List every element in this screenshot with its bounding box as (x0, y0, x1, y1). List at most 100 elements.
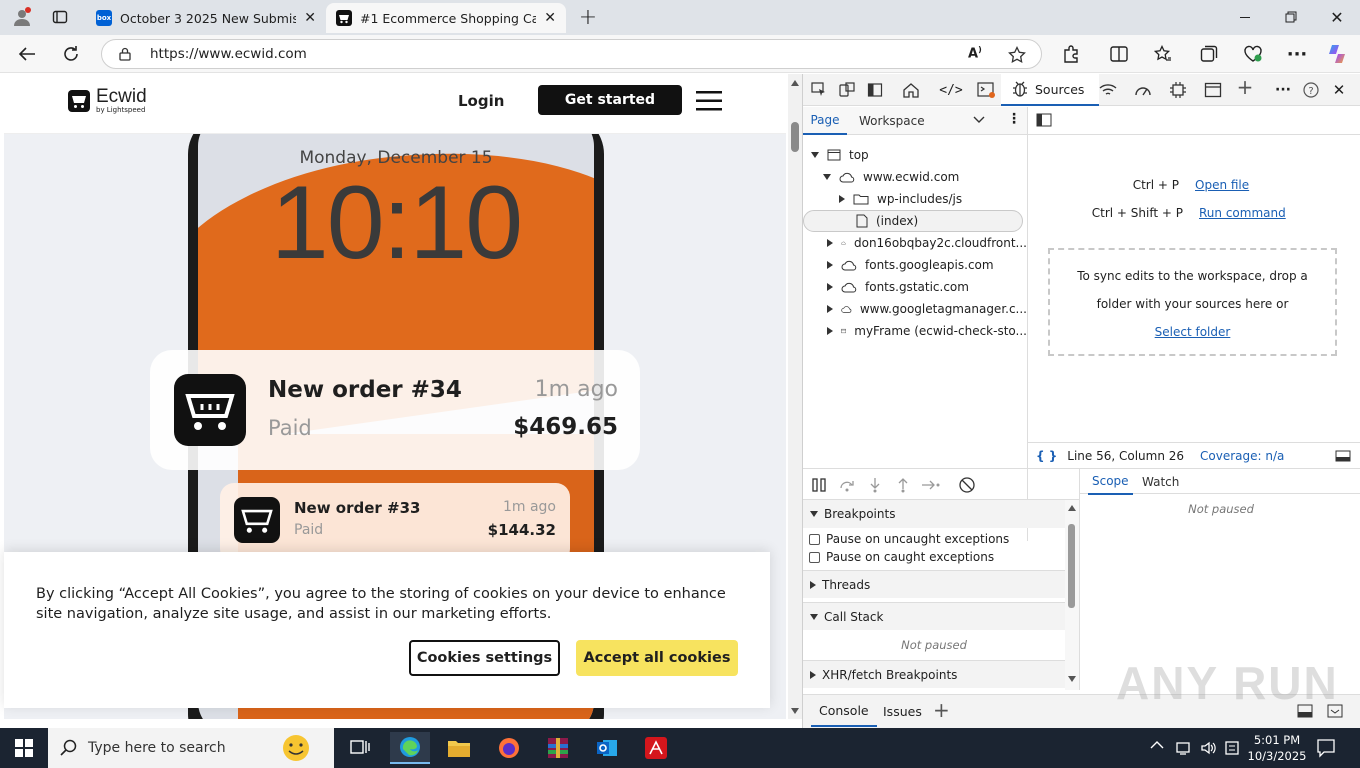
read-aloud-icon[interactable]: A) (968, 45, 982, 61)
restore-button[interactable] (1268, 0, 1314, 34)
tree-item-folder[interactable]: wp-includes/js (803, 188, 1027, 210)
taskbar-edge[interactable] (390, 732, 430, 764)
refresh-button[interactable] (56, 39, 86, 69)
network-tab[interactable] (1093, 75, 1123, 105)
more-tools-button[interactable]: + (1230, 72, 1260, 102)
toggle-navigator-icon[interactable] (1036, 113, 1052, 127)
step-over-icon[interactable] (839, 477, 855, 493)
tab-console[interactable]: Console (811, 695, 877, 727)
breakpoints-section-header[interactable]: Breakpoints (803, 500, 1065, 528)
close-drawer-icon[interactable] (1327, 704, 1343, 718)
toggle-sidebar-button[interactable] (860, 75, 890, 105)
cookies-settings-button[interactable]: Cookies settings (409, 640, 560, 676)
taskbar-search-box[interactable]: Type here to search (48, 728, 334, 768)
minimize-button[interactable] (1222, 0, 1268, 34)
dock-drawer-icon[interactable] (1297, 704, 1313, 718)
run-command-link[interactable]: Run command (1199, 206, 1286, 220)
tab-scope[interactable]: Scope (1088, 469, 1133, 495)
tab-actions-button[interactable] (46, 4, 74, 30)
close-tab-icon[interactable]: ✕ (304, 10, 316, 26)
tab-ecwid[interactable]: #1 Ecommerce Shopping Cart & O ✕ (326, 3, 566, 33)
start-button[interactable] (0, 728, 48, 768)
settings-more-button[interactable]: ··· (1282, 39, 1312, 69)
tray-language-icon[interactable] (1224, 740, 1240, 756)
tray-network-icon[interactable] (1176, 740, 1190, 756)
tree-item-domain[interactable]: www.googletagmanager.c... (803, 298, 1027, 320)
navigator-menu-icon[interactable]: ⋮ (1007, 111, 1021, 127)
tray-volume-icon[interactable] (1200, 740, 1216, 756)
tree-item-frame[interactable]: myFrame (ecwid-check-sto... (803, 320, 1027, 342)
login-link[interactable]: Login (450, 90, 512, 112)
scrollbar-thumb[interactable] (791, 122, 799, 152)
memory-tab[interactable] (1163, 75, 1193, 105)
taskbar-acrobat[interactable] (636, 732, 676, 764)
debugger-scrollbar[interactable] (1065, 500, 1079, 690)
scroll-up-icon[interactable] (1068, 505, 1076, 511)
elements-tab[interactable]: </> (936, 75, 966, 105)
more-tabs-chevron-icon[interactable] (973, 115, 985, 125)
close-tab-icon[interactable]: ✕ (544, 10, 556, 26)
accept-cookies-button[interactable]: Accept all cookies (576, 640, 738, 676)
get-started-button[interactable]: Get started (538, 85, 682, 115)
copilot-button[interactable] (1322, 39, 1352, 69)
pause-caught-row[interactable]: Pause on caught exceptions (803, 548, 1065, 566)
split-screen-button[interactable] (1104, 39, 1134, 69)
threads-section-header[interactable]: Threads (803, 570, 1065, 598)
tab-workspace[interactable]: Workspace (853, 107, 931, 135)
help-button[interactable]: ? (1296, 75, 1326, 105)
call-stack-section-header[interactable]: Call Stack (803, 602, 1065, 630)
tree-item-top[interactable]: top (803, 144, 1027, 166)
tab-page[interactable]: Page (803, 107, 847, 135)
xhr-breakpoints-section-header[interactable]: XHR/fetch Breakpoints (803, 660, 1065, 688)
welcome-tab[interactable] (896, 75, 926, 105)
taskbar-file-explorer[interactable] (439, 732, 479, 764)
scroll-up-icon[interactable] (791, 80, 799, 86)
extensions-button[interactable] (1056, 39, 1086, 69)
tree-item-domain[interactable]: fonts.googleapis.com (803, 254, 1027, 276)
application-tab[interactable] (1198, 75, 1228, 105)
task-view-button[interactable] (340, 732, 380, 764)
pretty-print-icon[interactable]: { } (1036, 449, 1057, 463)
new-tab-button[interactable]: + (574, 4, 602, 30)
url-text[interactable]: https://www.ecwid.com (150, 46, 307, 62)
pause-uncaught-row[interactable]: Pause on uncaught exceptions (803, 530, 1065, 548)
pause-uncaught-checkbox[interactable] (809, 533, 820, 545)
pause-icon[interactable] (811, 477, 827, 493)
close-devtools-button[interactable]: ✕ (1324, 75, 1354, 105)
site-info-icon[interactable] (118, 47, 132, 61)
select-folder-link[interactable]: Select folder (1155, 325, 1231, 339)
ecwid-logo[interactable]: Ecwid by Lightspeed (68, 87, 147, 114)
tab-watch[interactable]: Watch (1142, 469, 1179, 495)
scroll-down-icon[interactable] (1068, 676, 1076, 682)
tab-issues[interactable]: Issues (877, 695, 928, 727)
show-hidden-icons-button[interactable] (1150, 740, 1164, 750)
taskbar-clock[interactable]: 5:01 PM 10/3/2025 (1246, 732, 1308, 764)
favorites-button[interactable] (1148, 39, 1178, 69)
inspect-element-button[interactable] (804, 75, 834, 105)
notifications-button[interactable] (1316, 738, 1336, 758)
device-emulation-button[interactable] (832, 75, 862, 105)
tree-item-index-selected[interactable]: (index) (803, 210, 1023, 232)
coverage-status[interactable]: Coverage: n/a (1200, 449, 1284, 463)
deactivate-breakpoints-icon[interactable] (958, 476, 976, 494)
step-into-icon[interactable] (867, 477, 883, 493)
browser-essentials-button[interactable] (1238, 39, 1268, 69)
toggle-debugger-icon[interactable] (1335, 450, 1351, 462)
tree-item-domain[interactable]: don16obqbay2c.cloudfront... (803, 232, 1027, 254)
tab-box[interactable]: box October 3 2025 New Submission ✕ (86, 3, 326, 33)
hamburger-menu-button[interactable] (696, 91, 722, 111)
back-button[interactable] (12, 39, 42, 69)
add-drawer-tab-button[interactable]: + (933, 698, 950, 722)
close-window-button[interactable]: ✕ (1314, 0, 1360, 34)
performance-tab[interactable] (1128, 75, 1158, 105)
scroll-down-icon[interactable] (791, 708, 799, 714)
tree-item-domain[interactable]: www.ecwid.com (803, 166, 1027, 188)
sources-tab[interactable]: Sources (1001, 74, 1099, 106)
taskbar-winrar[interactable] (538, 732, 578, 764)
address-bar[interactable]: https://www.ecwid.com A) (101, 39, 1042, 69)
workspace-drop-zone[interactable]: To sync edits to the workspace, drop a f… (1048, 248, 1337, 356)
scrollbar-thumb[interactable] (1068, 524, 1075, 608)
step-icon[interactable] (921, 477, 941, 493)
taskbar-firefox[interactable] (489, 732, 529, 764)
taskbar-outlook[interactable] (587, 732, 627, 764)
